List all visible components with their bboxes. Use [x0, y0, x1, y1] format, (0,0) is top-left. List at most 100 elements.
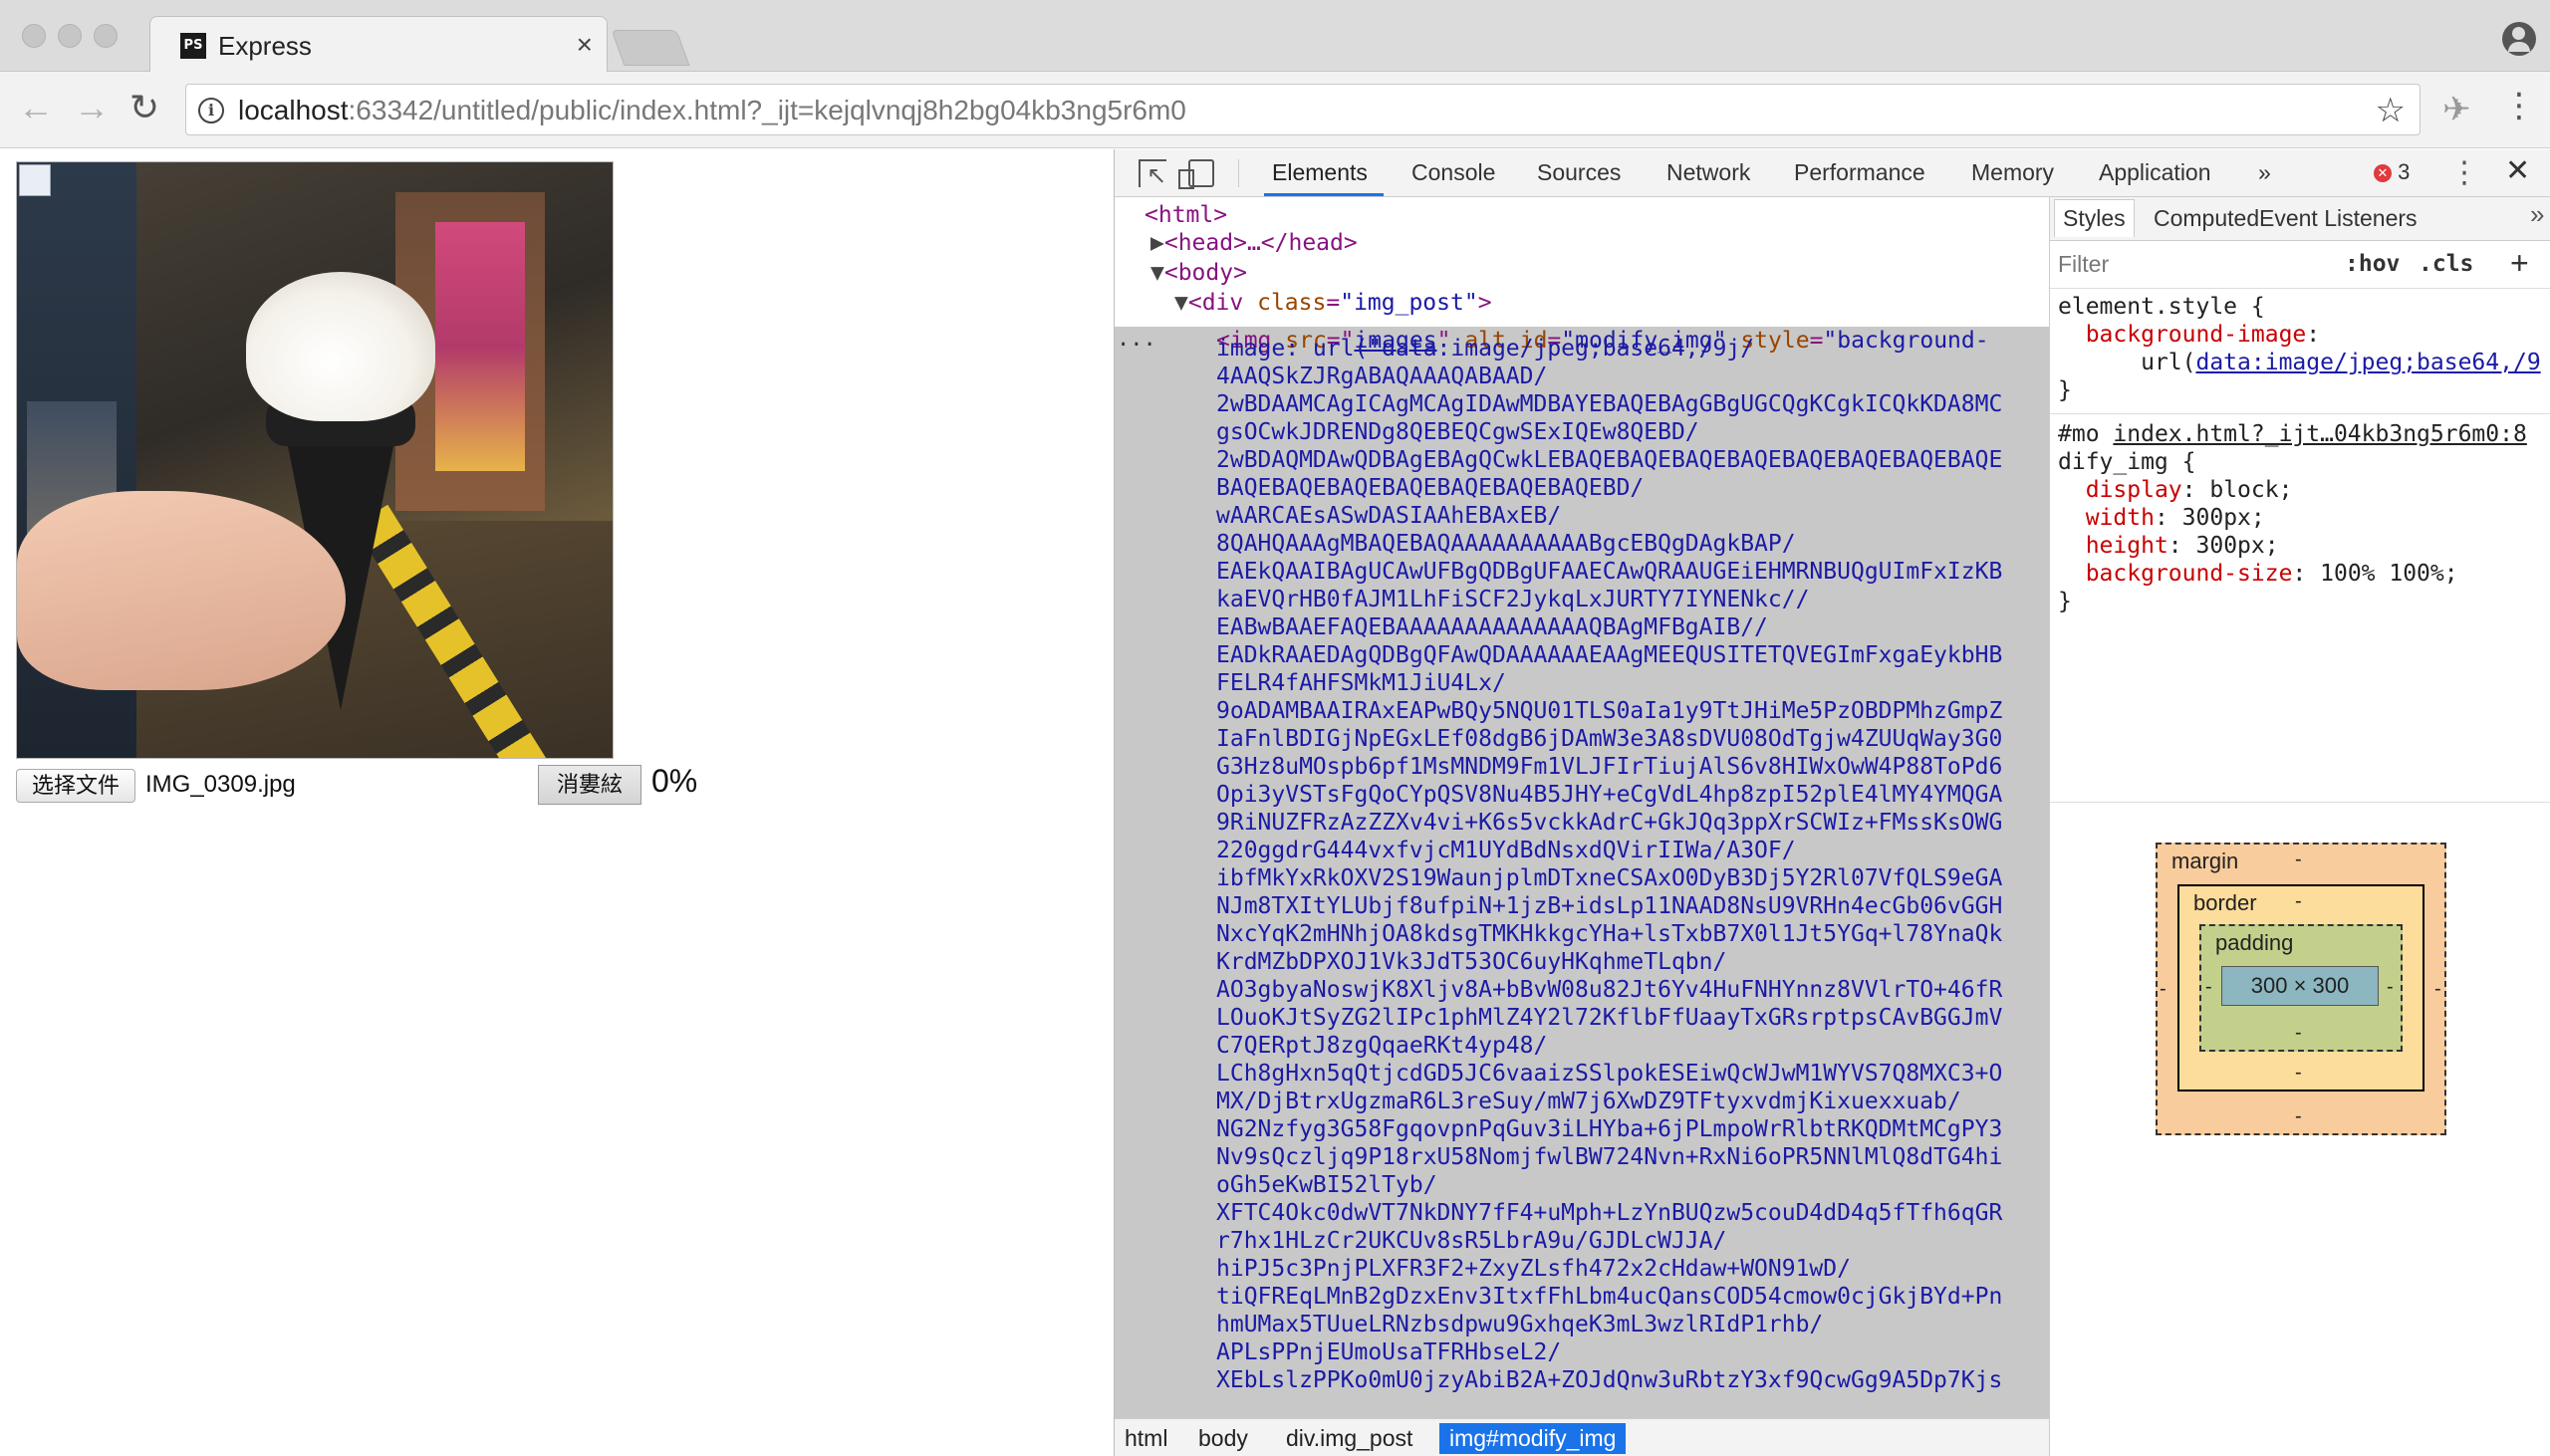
box-model-border[interactable]: border - - padding - - - 300 × 300: [2177, 884, 2424, 1092]
new-rule-icon[interactable]: +: [2510, 245, 2529, 282]
crumb-div-img-post[interactable]: div.img_post: [1276, 1423, 1422, 1454]
tab-network[interactable]: Network: [1666, 159, 1750, 186]
minimize-window-button[interactable]: [58, 24, 82, 48]
decl-width[interactable]: width: 300px;: [2058, 504, 2550, 532]
cls-toggle[interactable]: .cls: [2419, 251, 2473, 277]
inspect-element-icon[interactable]: [1139, 159, 1166, 190]
base64-line: IaFnlBDIGjNpEGxLEf08dgB6jDAmW3e3A8sDVU08…: [1216, 726, 2003, 752]
devtools-menu-icon[interactable]: ⋮: [2449, 155, 2479, 190]
devtools-close-icon[interactable]: ✕: [2505, 153, 2530, 188]
node-div-img-post[interactable]: ▼<div class="img_post">: [1174, 289, 1492, 317]
elements-tree: <html> ▶<head>…</head> ▼<body> ▼<div cla…: [1115, 197, 2049, 1418]
browser-tab[interactable]: PS Express ×: [149, 16, 608, 73]
tab-bar: PS Express ×: [0, 0, 2550, 73]
border-top-value: -: [2295, 890, 2302, 912]
base64-line: Nv9sQczljq9P18rxU58NomjfwlBW724Nvn+RxNi6…: [1216, 1144, 2003, 1170]
base64-line: MX/DjBtrxUgzmaR6L3reSuy/mW7j6XwDZ9TFtyxv…: [1216, 1089, 1961, 1114]
close-window-button[interactable]: [22, 24, 46, 48]
padding-left-value: -: [2205, 976, 2212, 998]
box-model-divider: [2050, 795, 2550, 803]
browser-menu-icon[interactable]: ⋮: [2502, 86, 2536, 125]
node-body[interactable]: ▼<body>: [1150, 259, 1247, 287]
border-bottom-value: -: [2295, 1062, 2302, 1084]
active-tab-indicator: [1264, 193, 1384, 196]
expand-arrow-icon[interactable]: ▶: [1150, 230, 1164, 256]
error-badge[interactable]: ✕ 3: [2374, 159, 2410, 185]
rule-source-link[interactable]: index.html?_ijt…04kb3ng5r6m0:8: [2113, 421, 2526, 447]
base64-line: APLsPPnjEUmoUsaTFRHbseL2/: [1216, 1339, 1562, 1365]
url-path: :63342/untitled/public/index.html?_ijt=k…: [348, 95, 1186, 125]
url-text[interactable]: localhost:63342/untitled/public/index.ht…: [238, 95, 1186, 126]
border-label: border: [2193, 890, 2257, 915]
styles-filter-input[interactable]: Filter: [2058, 251, 2109, 278]
tab-memory[interactable]: Memory: [1971, 159, 2054, 186]
device-toolbar-icon[interactable]: [1178, 159, 1214, 189]
decl-background-size[interactable]: background-size: 100% 100%;: [2058, 560, 2550, 588]
margin-label: margin: [2171, 849, 2239, 873]
box-model-margin[interactable]: margin - - - - border - - padding - - - …: [2156, 843, 2446, 1135]
choose-file-button[interactable]: 选择文件: [16, 769, 135, 803]
node-head[interactable]: ▶<head>…</head>: [1150, 229, 1358, 257]
extension-icon[interactable]: ✈: [2442, 90, 2471, 129]
toolbar-divider: [1238, 159, 1239, 187]
base64-line: 9oADAMBAAIRAxEAPwBQy5NQU01TLS0aIa1y9TtJH…: [1216, 698, 2003, 724]
account-icon[interactable]: [2502, 22, 2536, 56]
tab-console[interactable]: Console: [1411, 159, 1495, 186]
modify-image: [16, 161, 614, 759]
devtools-tabbar: Elements Console Sources Network Perform…: [1115, 149, 2550, 197]
more-panes-icon[interactable]: »: [2530, 199, 2544, 230]
margin-bottom-value: -: [2295, 1105, 2302, 1127]
node-html[interactable]: <html>: [1145, 201, 1227, 229]
decl-background-image-value[interactable]: url(data:image/jpeg;base64,/9: [2058, 349, 2550, 376]
tab-event-listeners[interactable]: Event Listeners: [2259, 205, 2418, 232]
reload-icon[interactable]: ↻: [129, 90, 159, 125]
base64-line: gsOCwkJDRENDg8QEBEQCgwSExIQEw8QEBD/: [1216, 419, 1699, 445]
crumb-body[interactable]: body: [1188, 1423, 1258, 1454]
base64-line: NJm8TXItYLUbjf8ufpiN+1jzB+idsLp11NAAD8Ns…: [1216, 893, 2003, 919]
zoom-window-button[interactable]: [94, 24, 118, 48]
file-name: IMG_0309.jpg: [145, 771, 296, 798]
tab-elements[interactable]: Elements: [1272, 159, 1368, 186]
breadcrumb: html body div.img_post img#modify_img: [1115, 1418, 2049, 1456]
tab-styles[interactable]: Styles: [2054, 199, 2135, 237]
collapse-arrow-icon[interactable]: ▼: [1150, 260, 1164, 286]
forward-arrow-icon[interactable]: →: [74, 90, 110, 125]
new-tab-button[interactable]: [611, 30, 690, 66]
base64-line: hiPJ5c3PnjPLXFR3F2+ZxyZLsfh472x2cHdaw+WO…: [1216, 1256, 1851, 1282]
base64-line: G3Hz8uMOspb6pf1MsMNDM9Fm1VLJFIrTiujAlS6v…: [1216, 754, 2003, 780]
bookmark-star-icon[interactable]: ☆: [2376, 91, 2406, 130]
data-uri-link[interactable]: data:image/jpeg;base64,/9: [2195, 350, 2540, 375]
mo-selector-rest: dify_img {: [2058, 449, 2196, 475]
decl-height[interactable]: height: 300px;: [2058, 532, 2550, 560]
rule-divider: [2050, 406, 2550, 414]
crumb-img-modify-img[interactable]: img#modify_img: [1439, 1423, 1627, 1454]
tab-performance[interactable]: Performance: [1794, 159, 1925, 186]
tab-application[interactable]: Application: [2099, 159, 2211, 186]
decl-background-image[interactable]: background-image:: [2058, 321, 2550, 349]
tab-computed[interactable]: Computed: [2154, 205, 2259, 232]
collapse-arrow-icon[interactable]: ▼: [1174, 290, 1188, 316]
node-ellipsis[interactable]: ...: [1117, 327, 1156, 352]
base64-line: 4AAQSkZJRgABAQAAAQABAAD/: [1216, 364, 1548, 389]
back-arrow-icon[interactable]: ←: [18, 90, 54, 125]
base64-line: 8QAHQAAAgMBAQEBAQAAAAAAAAAABgcEBQgDAgkBA…: [1216, 531, 1796, 557]
decl-display[interactable]: display: block;: [2058, 476, 2550, 504]
address-bar[interactable]: i localhost:63342/untitled/public/index.…: [185, 84, 2421, 135]
hov-toggle[interactable]: :hov: [2345, 251, 2400, 277]
base64-line: hmUMax5TUueLRNzbsdpwu9GxhqeK3mL3wzlRIdP1…: [1216, 1312, 1824, 1337]
element-style-selector: element.style {: [2058, 294, 2265, 320]
tab-close-icon[interactable]: ×: [577, 29, 593, 61]
cancel-button[interactable]: 消婁絃: [538, 765, 641, 805]
info-icon[interactable]: i: [198, 98, 224, 123]
crumb-html[interactable]: html: [1115, 1423, 1177, 1454]
url-host: localhost: [238, 95, 349, 125]
style-rules: element.style { background-image: url(da…: [2050, 293, 2550, 615]
box-model-padding[interactable]: padding - - - 300 × 300: [2199, 924, 2403, 1052]
base64-line: BAQEBAQEBAQEBAQEBAQEBAQEBAQEBD/: [1216, 475, 1645, 501]
page-viewport: 选择文件 IMG_0309.jpg 消婁絃 0%: [0, 149, 1114, 1456]
tab-sources[interactable]: Sources: [1537, 159, 1621, 186]
box-model-content[interactable]: 300 × 300: [2221, 966, 2379, 1006]
padding-right-value: -: [2387, 976, 2394, 998]
more-tabs-icon[interactable]: »: [2258, 159, 2271, 186]
margin-top-value: -: [2295, 849, 2302, 870]
